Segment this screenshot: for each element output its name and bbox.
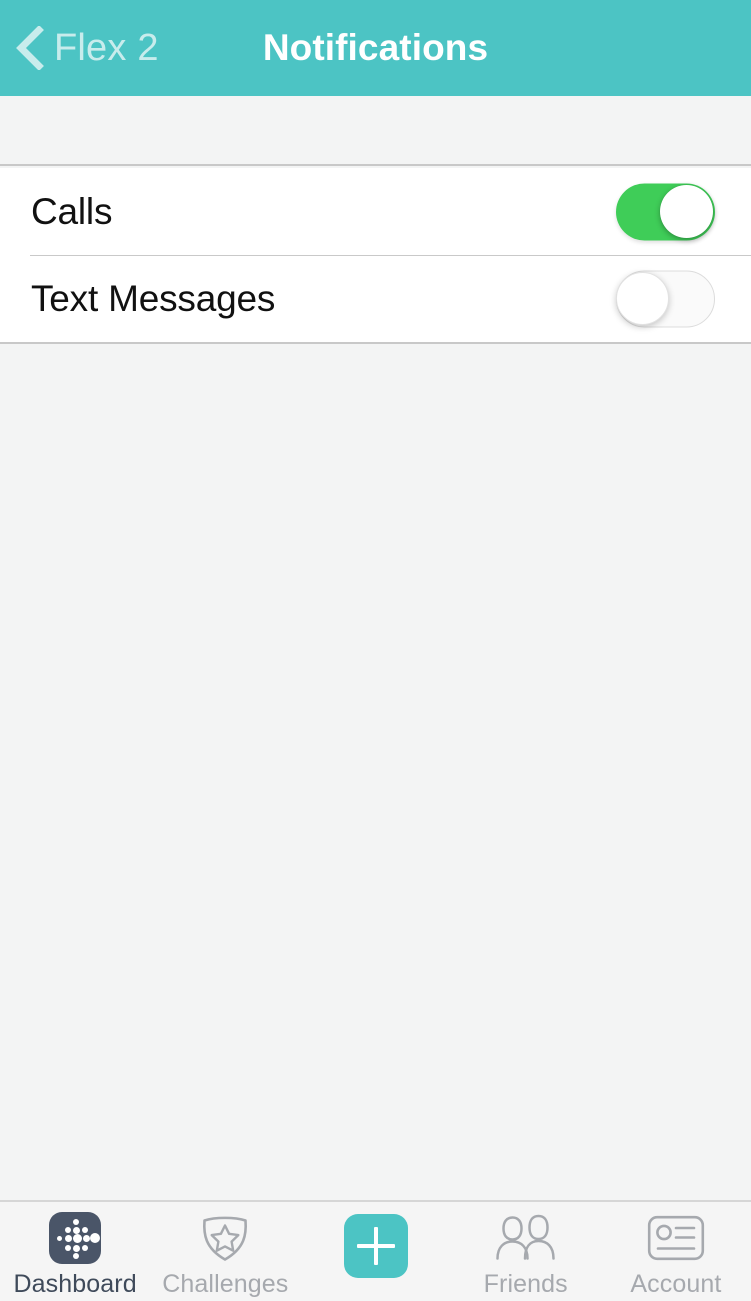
app-screen: Flex 2 Notifications Calls Text Messages — [0, 0, 751, 1301]
toggle-knob — [616, 272, 669, 325]
list-item-calls[interactable]: Calls — [0, 168, 751, 255]
bottom-tabbar: Dashboard Challenges — [0, 1200, 751, 1301]
tab-challenges[interactable]: Challenges — [150, 1202, 300, 1301]
tab-friends[interactable]: Friends — [451, 1202, 601, 1301]
chevron-left-icon — [14, 26, 44, 70]
tab-label: Account — [630, 1270, 721, 1299]
list-item-label: Text Messages — [31, 278, 275, 320]
calls-toggle[interactable] — [616, 183, 715, 240]
tab-label: Friends — [484, 1270, 568, 1299]
fitbit-dots-icon — [49, 1212, 101, 1264]
section-spacer — [0, 96, 751, 166]
text-messages-toggle[interactable] — [616, 270, 715, 327]
id-card-icon — [647, 1212, 705, 1264]
toggle-knob — [660, 185, 713, 238]
back-button[interactable]: Flex 2 — [14, 0, 159, 96]
content-area — [0, 344, 751, 1200]
tab-label: Dashboard — [14, 1270, 137, 1299]
tab-dashboard[interactable]: Dashboard — [0, 1202, 150, 1301]
tab-add[interactable] — [300, 1202, 450, 1301]
list-item-text-messages[interactable]: Text Messages — [0, 255, 751, 342]
notifications-settings-list: Calls Text Messages — [0, 168, 751, 344]
back-button-label: Flex 2 — [54, 29, 159, 67]
two-people-icon — [495, 1212, 557, 1264]
list-item-label: Calls — [31, 191, 112, 233]
shield-star-icon — [199, 1212, 251, 1264]
tab-account[interactable]: Account — [601, 1202, 751, 1301]
app-header: Flex 2 Notifications — [0, 0, 751, 96]
plus-icon — [339, 1209, 413, 1283]
tab-label: Challenges — [162, 1270, 288, 1299]
